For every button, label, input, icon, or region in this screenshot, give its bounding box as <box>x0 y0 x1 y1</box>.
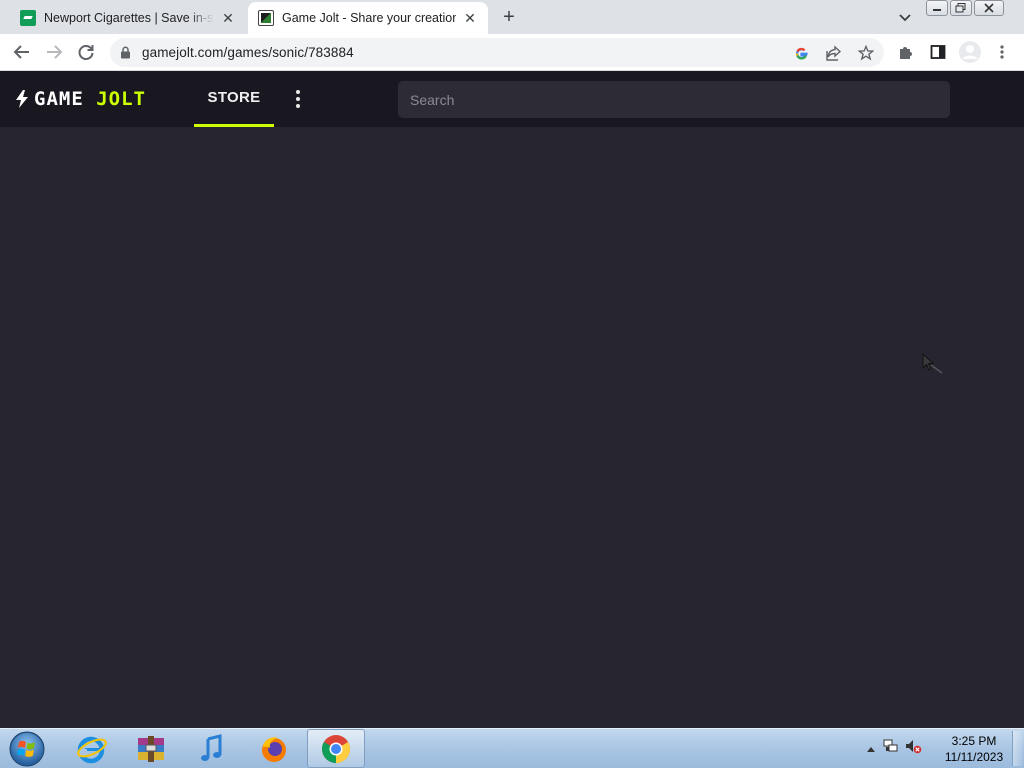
chrome-menu-icon[interactable] <box>993 43 1011 61</box>
logo-text: GAME JOLT <box>34 88 146 110</box>
tab-newport[interactable]: Newport Cigarettes | Save in-stock ✕ <box>0 2 246 34</box>
itunes-icon[interactable] <box>183 729 241 768</box>
tab-search-chevron-icon[interactable] <box>896 8 914 26</box>
clock-date: 11/11/2023 <box>944 750 1004 764</box>
reload-icon[interactable] <box>75 41 97 63</box>
gamejolt-logo[interactable]: GAME JOLT <box>14 88 146 110</box>
mouse-cursor-icon <box>922 353 943 374</box>
chrome-icon[interactable] <box>307 729 365 768</box>
winrar-icon[interactable] <box>122 729 180 768</box>
minimize-button[interactable] <box>926 0 948 16</box>
share-icon[interactable] <box>826 45 842 61</box>
volume-muted-icon[interactable] <box>904 737 926 760</box>
show-desktop-button[interactable] <box>1012 731 1022 766</box>
browser-tab-strip: Newport Cigarettes | Save in-stock ✕ Gam… <box>0 0 1024 34</box>
newport-favicon-icon <box>20 10 36 26</box>
window-controls <box>926 0 1004 18</box>
restore-button[interactable] <box>950 0 972 16</box>
page-content-area <box>0 127 1024 728</box>
lock-icon[interactable] <box>120 46 131 64</box>
firefox-icon[interactable] <box>245 729 303 768</box>
network-icon[interactable] <box>882 737 904 760</box>
tab-close-icon[interactable]: ✕ <box>462 10 478 26</box>
system-tray <box>866 729 926 768</box>
browser-toolbar: gamejolt.com/games/sonic/783884 <box>0 34 1024 71</box>
screen: Newport Cigarettes | Save in-stock ✕ Gam… <box>0 0 1024 768</box>
windows-taskbar: 3:25 PM 11/11/2023 <box>0 728 1024 768</box>
forward-arrow-icon[interactable] <box>43 41 65 63</box>
start-orb-icon[interactable] <box>5 730 49 768</box>
lightning-bolt-icon <box>16 90 28 108</box>
gamejolt-favicon-icon <box>258 10 274 26</box>
new-tab-button[interactable]: + <box>498 6 520 28</box>
side-panel-icon[interactable] <box>929 43 947 61</box>
bookmark-star-icon[interactable] <box>858 45 874 61</box>
back-arrow-icon[interactable] <box>11 41 33 63</box>
internet-explorer-icon[interactable] <box>62 729 120 768</box>
profile-avatar-icon[interactable] <box>958 40 982 64</box>
search-input[interactable] <box>398 81 950 118</box>
extensions-puzzle-icon[interactable] <box>897 43 915 61</box>
clock-time: 3:25 PM <box>951 734 997 748</box>
more-options-icon[interactable] <box>290 89 306 109</box>
logo-text-jolt: JOLT <box>96 88 146 110</box>
logo-text-game: GAME <box>34 88 84 110</box>
nav-store-tab[interactable]: STORE <box>194 71 274 127</box>
gamejolt-header: GAME JOLT STORE <box>0 71 1024 127</box>
tab-title: Newport Cigarettes | Save in-stock <box>44 11 214 25</box>
show-hidden-icons-icon[interactable] <box>866 740 882 758</box>
address-bar[interactable]: gamejolt.com/games/sonic/783884 <box>110 38 884 67</box>
url-text: gamejolt.com/games/sonic/783884 <box>142 45 354 60</box>
tab-gamejolt[interactable]: Game Jolt - Share your creations ✕ <box>248 2 488 34</box>
tab-title: Game Jolt - Share your creations <box>282 11 456 25</box>
taskbar-clock[interactable]: 3:25 PM 11/11/2023 <box>940 733 1008 765</box>
tab-close-icon[interactable]: ✕ <box>220 10 236 26</box>
close-window-button[interactable] <box>974 0 1004 16</box>
google-icon[interactable] <box>793 45 809 61</box>
